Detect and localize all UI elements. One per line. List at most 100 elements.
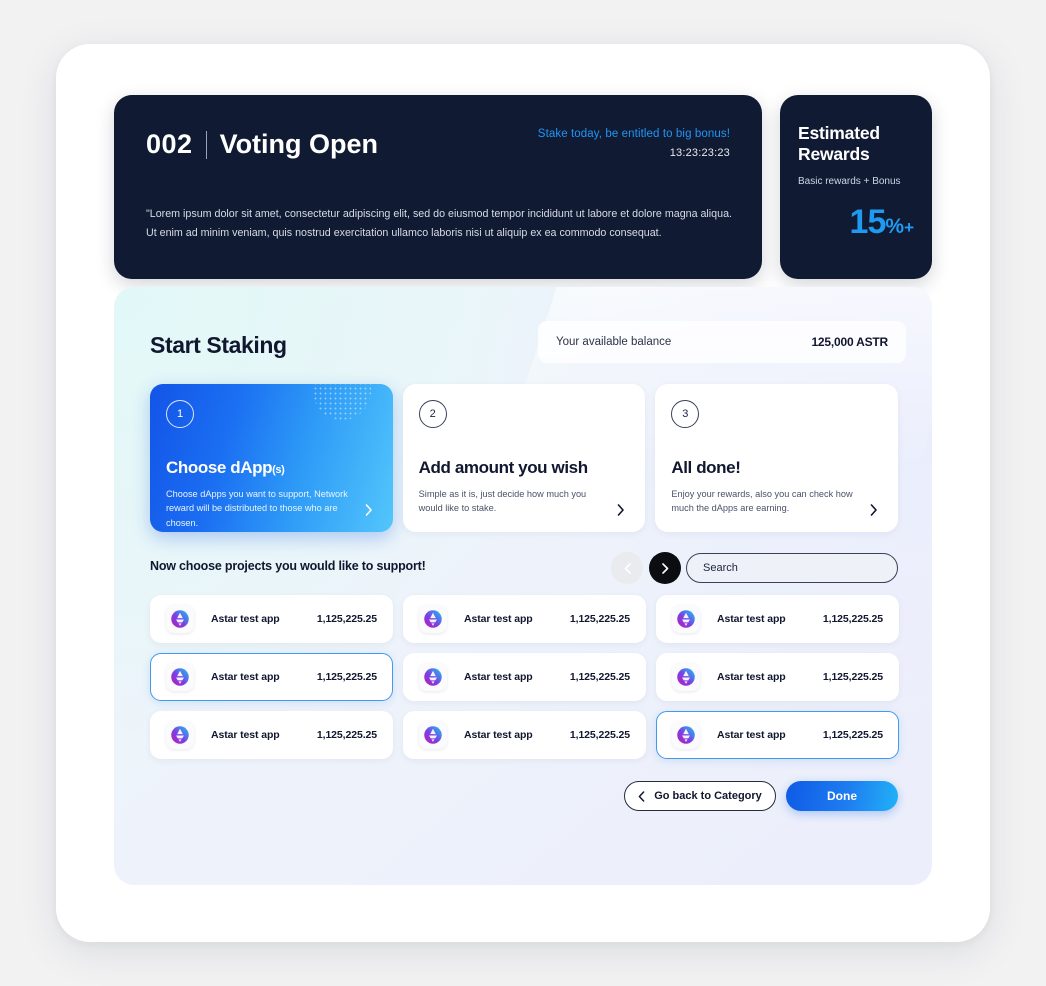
estimated-rewards-card: Estimated Rewards Basic rewards + Bonus …: [780, 95, 932, 279]
banner-row: 002 Voting Open Stake today, be entitled…: [114, 95, 932, 279]
footer-actions: Go back to Category Done: [624, 781, 898, 811]
go-back-label: Go back to Category: [654, 790, 762, 802]
step-arrow[interactable]: [365, 503, 377, 516]
dapp-name: Astar test app: [211, 729, 280, 741]
estimated-rewards-subtitle: Basic rewards + Bonus: [798, 175, 901, 187]
step-title-suffix: (s): [272, 464, 285, 476]
dapp-name: Astar test app: [717, 613, 786, 625]
dapp-amount: 1,125,225.25: [822, 613, 883, 625]
dapp-card[interactable]: Astar test app 1,125,225.25: [150, 595, 393, 643]
step-title-text: Add amount you wish: [418, 458, 588, 477]
step-title-text: All done!: [671, 458, 741, 477]
banner-description: "Lorem ipsum dolor sit amet, consectetur…: [146, 208, 732, 239]
app-window: 002 Voting Open Stake today, be entitled…: [56, 44, 990, 942]
dapp-card[interactable]: Astar test app 1,125,225.25: [403, 653, 646, 701]
go-back-to-category-button[interactable]: Go back to Category: [624, 781, 776, 811]
rewards-number: 15: [849, 203, 887, 241]
astar-logo-icon: [424, 610, 442, 628]
astar-logo-icon: [424, 668, 442, 686]
dapp-card[interactable]: Astar test app 1,125,225.25: [403, 711, 646, 759]
dapp-grid: Astar test app 1,125,225.25 Astar test app…: [150, 595, 899, 759]
rewards-percent-sign: %: [885, 215, 905, 238]
step-card-1[interactable]: 1 Choose dApp(s) Choose dApps you want to …: [150, 384, 393, 532]
chevron-right-icon: [870, 504, 877, 516]
dapp-name: Astar test app: [211, 613, 280, 625]
astar-logo-icon: [171, 726, 189, 744]
dapp-card[interactable]: Astar test app 1,125,225.25: [656, 711, 899, 759]
steps-row: 1 Choose dApp(s) Choose dApps you want to …: [150, 384, 899, 532]
banner-round-number: 002: [146, 129, 193, 159]
step-description: Choose dApps you want to support, Networ…: [166, 489, 348, 528]
dapp-name: Astar test app: [464, 613, 533, 625]
chevron-left-icon: [638, 790, 645, 802]
step-arrow[interactable]: [617, 503, 629, 516]
step-description: Enjoy your rewards, also you can check h…: [671, 489, 853, 514]
step-arrow[interactable]: [870, 503, 882, 516]
dapp-amount: 1,125,225.25: [822, 671, 883, 683]
dapp-logo: [419, 663, 447, 691]
dapp-logo: [166, 663, 194, 691]
pagination-prev-button[interactable]: [611, 552, 643, 584]
dapp-name: Astar test app: [464, 729, 533, 741]
banner-countdown-timer: 13:23:23:23: [669, 147, 730, 159]
step-number-badge: 2: [418, 400, 447, 428]
available-balance-pill: Your available balance 125,000 ASTR: [538, 321, 906, 363]
astar-logo-icon: [171, 668, 189, 686]
dapp-amount: 1,125,225.25: [316, 671, 377, 683]
dapp-logo: [166, 605, 194, 633]
dapp-name: Astar test app: [717, 671, 786, 683]
dapp-name: Astar test app: [717, 729, 786, 741]
dapp-logo: [672, 663, 700, 691]
dapp-amount: 1,125,225.25: [569, 613, 630, 625]
step-card-2[interactable]: 2 Add amount you wish Simple as it is, jus…: [402, 384, 646, 532]
astar-logo-icon: [677, 610, 695, 628]
dapp-logo: [419, 721, 447, 749]
dapp-card[interactable]: Astar test app 1,125,225.25: [403, 595, 646, 643]
dapp-card[interactable]: Astar test app 1,125,225.25: [656, 653, 899, 701]
dapp-logo: [166, 721, 194, 749]
search-box[interactable]: [686, 553, 898, 583]
chevron-right-icon: [365, 504, 372, 516]
voting-banner: 002 Voting Open Stake today, be entitled…: [114, 95, 762, 279]
banner-status-title: Voting Open: [219, 129, 379, 159]
chevron-left-icon: [624, 562, 631, 574]
dapp-card[interactable]: Astar test app 1,125,225.25: [150, 653, 393, 701]
step-description: Simple as it is, just decide how much yo…: [418, 489, 587, 514]
search-input[interactable]: [703, 562, 881, 574]
step-title: Add amount you wish: [419, 458, 588, 478]
astar-logo-icon: [424, 726, 442, 744]
balance-label: Your available balance: [556, 336, 672, 348]
dapp-amount: 1,125,225.25: [569, 729, 630, 741]
dapp-amount: 1,125,225.25: [316, 613, 377, 625]
dapp-name: Astar test app: [211, 671, 280, 683]
estimated-rewards-value: 15%+: [850, 205, 914, 239]
astar-logo-icon: [677, 726, 695, 744]
dapp-name: Astar test app: [464, 671, 533, 683]
step-title-text: Choose dApp: [166, 458, 273, 477]
astar-logo-icon: [171, 610, 189, 628]
pagination-next-button[interactable]: [649, 552, 681, 584]
dapp-logo: [672, 605, 700, 633]
banner-promo-block: Stake today, be entitled to big bonus! 1…: [538, 128, 730, 159]
start-staking-panel: Start Staking Your available balance 125…: [114, 287, 932, 885]
banner-promo-text: Stake today, be entitled to big bonus!: [537, 128, 730, 140]
step-title: Choose dApp(s): [166, 458, 285, 478]
step-card-3[interactable]: 3 All done! Enjoy your rewards, also you c…: [655, 384, 899, 532]
dapp-card[interactable]: Astar test app 1,125,225.25: [656, 595, 899, 643]
dapp-logo: [672, 721, 700, 749]
dapp-amount: 1,125,225.25: [822, 729, 883, 741]
chevron-right-icon: [661, 562, 668, 574]
dapp-amount: 1,125,225.25: [569, 671, 630, 683]
dapp-amount: 1,125,225.25: [316, 729, 377, 741]
balance-value: 125,000 ASTR: [811, 335, 888, 349]
dotted-decoration: [312, 384, 371, 420]
choose-projects-row: Now choose projects you would like to su…: [150, 552, 898, 584]
rewards-plus-sign: +: [904, 218, 914, 237]
dapp-card[interactable]: Astar test app 1,125,225.25: [150, 711, 393, 759]
banner-divider: [205, 130, 207, 159]
astar-logo-icon: [677, 668, 695, 686]
staking-header: Start Staking Your available balance 125…: [150, 321, 906, 366]
choose-projects-label: Now choose projects you would like to su…: [150, 559, 426, 573]
page-title: Start Staking: [150, 331, 287, 358]
done-button[interactable]: Done: [786, 781, 898, 811]
